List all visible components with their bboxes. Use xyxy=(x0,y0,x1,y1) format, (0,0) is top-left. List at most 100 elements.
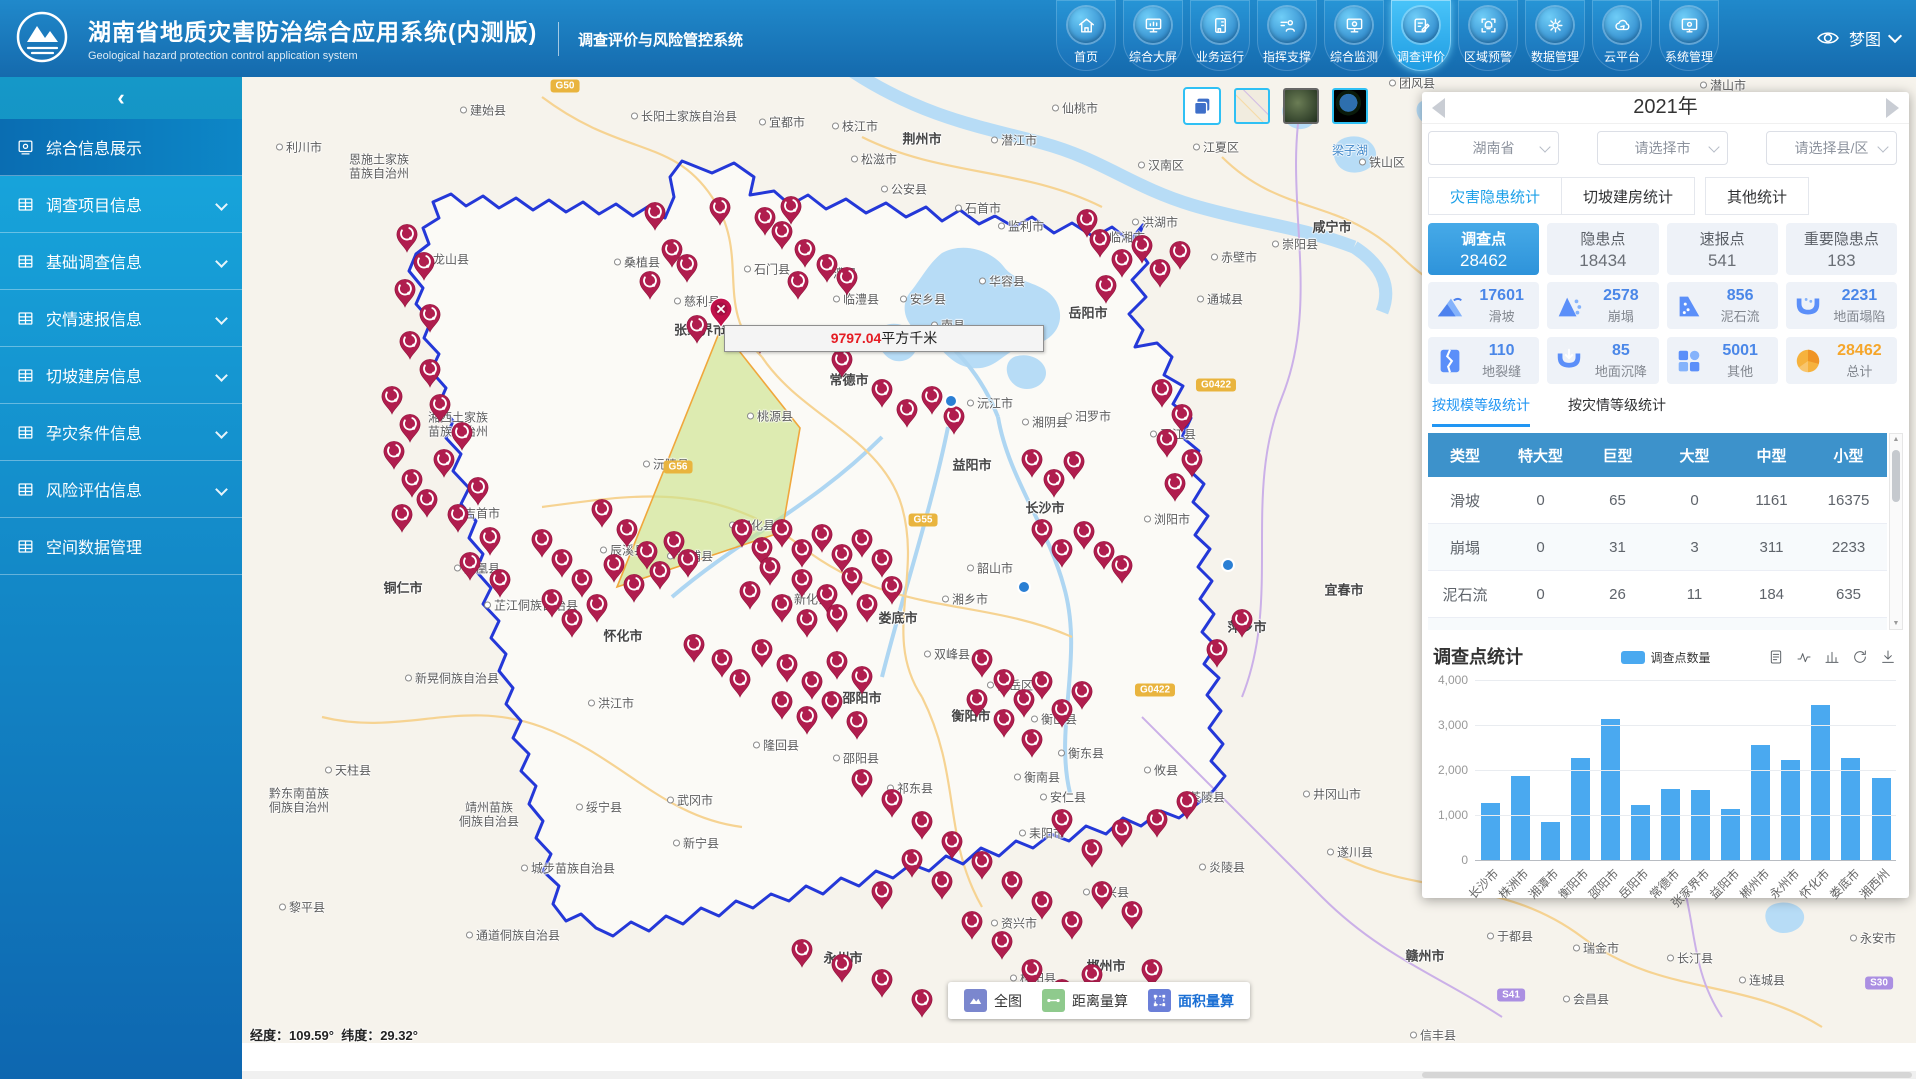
hazard-pin[interactable] xyxy=(1157,429,1177,457)
hazard-pin[interactable] xyxy=(781,196,801,224)
hazard-pin[interactable] xyxy=(1082,839,1102,867)
summary-card-隐患点[interactable]: 隐患点18434 xyxy=(1547,223,1658,275)
hazard-pin[interactable] xyxy=(852,529,872,557)
scroll-down-icon[interactable]: ▼ xyxy=(1890,620,1902,627)
hscroll-thumb[interactable] xyxy=(1422,1072,1912,1078)
hazard-pin[interactable] xyxy=(857,594,877,622)
hazard-pin[interactable] xyxy=(792,539,812,567)
hazard-pin[interactable] xyxy=(397,224,417,252)
hazard-pin[interactable] xyxy=(772,594,792,622)
hazard-pin[interactable] xyxy=(640,271,660,299)
type-card-地面塌陷[interactable]: 2231地面塌陷 xyxy=(1786,282,1897,329)
sidebar-item-综合信息展示[interactable]: 综合信息展示 xyxy=(0,119,242,176)
hazard-pin[interactable] xyxy=(678,549,698,577)
hazard-pin[interactable] xyxy=(795,239,815,267)
hazard-pin[interactable] xyxy=(1052,539,1072,567)
hazard-pin[interactable] xyxy=(962,911,982,939)
type-card-地裂缝[interactable]: 110地裂缝 xyxy=(1428,337,1539,384)
hazard-pin[interactable] xyxy=(1062,911,1082,939)
stat-tab-按灾情等级统计[interactable]: 按灾情等级统计 xyxy=(1568,395,1666,427)
hazard-pin[interactable] xyxy=(797,706,817,734)
hazard-pin[interactable] xyxy=(842,567,862,595)
chart-legend[interactable]: 调查点数量 xyxy=(1620,649,1710,666)
hazard-pin[interactable] xyxy=(847,711,867,739)
hazard-pin[interactable] xyxy=(677,254,697,282)
type-card-泥石流[interactable]: 856泥石流 xyxy=(1667,282,1778,329)
hazard-pin[interactable] xyxy=(712,649,732,677)
hazard-pin[interactable] xyxy=(710,197,730,225)
hazard-pin[interactable] xyxy=(384,441,404,469)
hazard-pin[interactable] xyxy=(604,554,624,582)
type-card-崩塌[interactable]: 2578崩塌 xyxy=(1547,282,1658,329)
type-card-总计[interactable]: 28462总计 xyxy=(1786,337,1897,384)
summary-card-速报点[interactable]: 速报点541 xyxy=(1667,223,1778,275)
hazard-pin[interactable] xyxy=(732,519,752,547)
hazard-pin[interactable] xyxy=(897,399,917,427)
hazard-pin[interactable] xyxy=(972,649,992,677)
hazard-pin[interactable] xyxy=(772,519,792,547)
hazard-pin[interactable] xyxy=(552,549,572,577)
hazard-pin[interactable] xyxy=(1177,791,1197,819)
blue-marker[interactable] xyxy=(1018,581,1030,593)
measure-start-pin[interactable] xyxy=(710,298,732,328)
hazard-pin[interactable] xyxy=(1132,235,1152,263)
hazard-pin[interactable] xyxy=(480,527,500,555)
summary-card-重要隐患点[interactable]: 重要隐患点183 xyxy=(1786,223,1897,275)
nav-item-调查评价[interactable]: 调查评价 xyxy=(1391,0,1451,71)
hazard-pin[interactable] xyxy=(1090,229,1110,257)
hazard-pin[interactable] xyxy=(684,634,704,662)
hazard-pin[interactable] xyxy=(972,851,992,879)
stat-tab-按规模等级统计[interactable]: 按规模等级统计 xyxy=(1432,395,1530,427)
hazard-pin[interactable] xyxy=(452,422,472,450)
map-tool-面积量算[interactable]: 面积量算 xyxy=(1148,989,1234,1012)
hazard-pin[interactable] xyxy=(942,831,962,859)
hazard-pin[interactable] xyxy=(1052,809,1072,837)
street-map-thumbnail[interactable] xyxy=(1234,88,1270,124)
map-tool-全图[interactable]: 全图 xyxy=(964,989,1022,1012)
sidebar-item-调查项目信息[interactable]: 调查项目信息 xyxy=(0,176,242,233)
tab-灾害隐患统计[interactable]: 灾害隐患统计 xyxy=(1428,177,1562,215)
hazard-pin[interactable] xyxy=(777,654,797,682)
hazard-pin[interactable] xyxy=(902,849,922,877)
data-view-icon[interactable] xyxy=(1768,649,1784,665)
scroll-up-icon[interactable]: ▲ xyxy=(1890,436,1902,443)
hazard-pin[interactable] xyxy=(1044,469,1064,497)
hazard-pin[interactable] xyxy=(1147,809,1167,837)
tab-其他统计[interactable]: 其他统计 xyxy=(1705,177,1809,215)
nav-item-云平台[interactable]: 云平台 xyxy=(1592,0,1652,71)
type-card-滑坡[interactable]: 17601滑坡 xyxy=(1428,282,1539,329)
hazard-pin[interactable] xyxy=(420,304,440,332)
hazard-pin[interactable] xyxy=(468,477,488,505)
hazard-pin[interactable] xyxy=(1172,404,1192,432)
hazard-pin[interactable] xyxy=(645,202,665,230)
hazard-pin[interactable] xyxy=(490,569,510,597)
hazard-pin[interactable] xyxy=(912,989,932,1017)
scrollbar-thumb[interactable] xyxy=(1892,450,1900,502)
hazard-pin[interactable] xyxy=(1112,249,1132,277)
sidebar-item-切坡建房信息[interactable]: 切坡建房信息 xyxy=(0,347,242,404)
hazard-pin[interactable] xyxy=(912,811,932,839)
hazard-pin[interactable] xyxy=(1092,881,1112,909)
select-请选择市[interactable]: 请选择市 xyxy=(1597,131,1728,165)
hazard-pin[interactable] xyxy=(837,267,857,295)
satellite-map-thumbnail[interactable] xyxy=(1283,88,1319,124)
hazard-pin[interactable] xyxy=(730,669,750,697)
year-prev-button[interactable] xyxy=(1432,98,1445,118)
hazard-pin[interactable] xyxy=(532,529,552,557)
hazard-pin[interactable] xyxy=(430,394,450,422)
type-card-其他[interactable]: 5001其他 xyxy=(1667,337,1778,384)
hazard-pin[interactable] xyxy=(624,574,644,602)
line-chart-icon[interactable] xyxy=(1796,649,1812,665)
hazard-pin[interactable] xyxy=(414,252,434,280)
sidebar-item-基础调查信息[interactable]: 基础调查信息 xyxy=(0,233,242,290)
hazard-pin[interactable] xyxy=(922,386,942,414)
hazard-pin[interactable] xyxy=(882,576,902,604)
nav-item-首页[interactable]: 首页 xyxy=(1056,0,1116,71)
globe-3d-thumbnail[interactable] xyxy=(1332,88,1368,124)
hazard-pin[interactable] xyxy=(760,557,780,585)
map-tool-距离量算[interactable]: 距离量算 xyxy=(1042,989,1128,1012)
horizontal-scrollbar[interactable] xyxy=(242,1071,1916,1079)
hazard-pin[interactable] xyxy=(872,969,892,997)
hazard-pin[interactable] xyxy=(587,594,607,622)
sidebar-item-灾情速报信息[interactable]: 灾情速报信息 xyxy=(0,290,242,347)
